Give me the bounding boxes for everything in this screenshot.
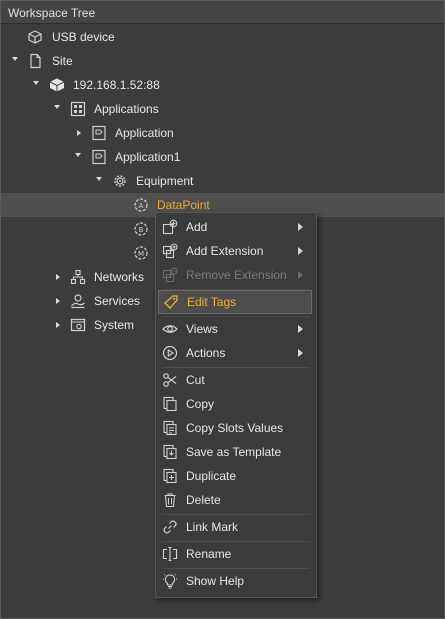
menu-item-copy[interactable]: Copy bbox=[156, 392, 316, 416]
lightbulb-icon bbox=[163, 574, 177, 589]
tree-label-services: Services bbox=[94, 294, 141, 308]
expand-arrow-icon[interactable] bbox=[33, 81, 39, 85]
menu-item-copy-slots-values[interactable]: Copy Slots Values bbox=[156, 416, 316, 440]
expand-arrow-icon[interactable] bbox=[12, 57, 18, 61]
menu-item-actions[interactable]: Actions bbox=[156, 341, 316, 365]
tree-label-datapoint: DataPoint bbox=[157, 198, 210, 212]
tree-node-applications[interactable]: Applications bbox=[1, 97, 444, 121]
tree-node-site[interactable]: Site bbox=[1, 49, 444, 73]
menu-label-copy: Copy bbox=[186, 397, 215, 411]
menu-item-cut[interactable]: Cut bbox=[156, 368, 316, 392]
svg-text:M: M bbox=[138, 250, 144, 258]
menu-item-edit-tags[interactable]: Edit Tags bbox=[158, 290, 312, 314]
menu-item-add[interactable]: Add bbox=[156, 215, 316, 239]
collapse-arrow-icon[interactable] bbox=[56, 274, 60, 280]
tree-label-site: Site bbox=[52, 54, 73, 68]
workspace-tree-panel: Workspace Tree USB device Site 192.168.1… bbox=[0, 0, 445, 619]
tree-node-device-ip[interactable]: 192.168.1.52:88 bbox=[1, 73, 444, 97]
usb-device-icon bbox=[28, 30, 42, 44]
menu-label-show-help: Show Help bbox=[186, 574, 245, 588]
menu-label-duplicate: Duplicate bbox=[186, 469, 237, 483]
applications-grid-icon bbox=[70, 101, 86, 117]
remove-extension-icon bbox=[162, 267, 178, 283]
tree-node-application[interactable]: Application bbox=[1, 121, 444, 145]
datapoint-a-icon: A bbox=[134, 198, 148, 212]
menu-label-delete: Delete bbox=[186, 493, 221, 507]
menu-item-duplicate[interactable]: Duplicate bbox=[156, 464, 316, 488]
copy-icon bbox=[163, 396, 177, 412]
submenu-arrow-icon bbox=[298, 223, 303, 231]
link-icon bbox=[163, 520, 177, 534]
menu-item-remove-extension: Remove Extension bbox=[156, 263, 316, 287]
menu-label-copy-slots-values: Copy Slots Values bbox=[186, 421, 284, 435]
svg-text:A: A bbox=[139, 202, 144, 210]
eye-icon bbox=[162, 325, 178, 333]
tree-label-device-ip: 192.168.1.52:88 bbox=[73, 78, 160, 92]
menu-label-edit-tags: Edit Tags bbox=[187, 295, 237, 309]
panel-header: Workspace Tree bbox=[1, 1, 444, 24]
svg-text:B: B bbox=[139, 226, 144, 234]
gear-icon bbox=[114, 175, 126, 187]
panel-title: Workspace Tree bbox=[8, 6, 96, 20]
device-cube-icon bbox=[49, 78, 65, 92]
tree-label-usb-device: USB device bbox=[52, 30, 115, 44]
system-settings-icon bbox=[70, 318, 86, 332]
collapse-arrow-icon[interactable] bbox=[77, 130, 81, 136]
menu-label-add-extension: Add Extension bbox=[186, 244, 264, 258]
datapoint-m-icon: M bbox=[134, 246, 148, 260]
tree-node-equipment[interactable]: Equipment bbox=[1, 169, 444, 193]
collapse-arrow-icon[interactable] bbox=[56, 298, 60, 304]
add-extension-icon bbox=[162, 243, 178, 259]
submenu-arrow-icon bbox=[298, 271, 303, 279]
datapoint-b-icon: B bbox=[134, 222, 148, 236]
menu-item-show-help[interactable]: Show Help bbox=[156, 569, 316, 593]
context-menu: Add Add Extension Remove Extension Edit … bbox=[155, 212, 317, 598]
add-icon bbox=[162, 219, 178, 235]
tree-node-application1[interactable]: Application1 bbox=[1, 145, 444, 169]
menu-label-add: Add bbox=[186, 220, 208, 234]
menu-item-add-extension[interactable]: Add Extension bbox=[156, 239, 316, 263]
menu-label-link-mark: Link Mark bbox=[186, 520, 239, 534]
menu-item-delete[interactable]: Delete bbox=[156, 488, 316, 512]
tree-label-networks: Networks bbox=[94, 270, 145, 284]
menu-item-save-as-template[interactable]: Save as Template bbox=[156, 440, 316, 464]
application-icon bbox=[92, 125, 106, 141]
menu-label-save-as-template: Save as Template bbox=[186, 445, 282, 459]
play-circle-icon bbox=[162, 345, 178, 361]
menu-label-remove-extension: Remove Extension bbox=[186, 268, 287, 282]
tree-label-application1: Application1 bbox=[115, 150, 181, 164]
network-icon bbox=[70, 269, 86, 285]
tree-label-applications: Applications bbox=[94, 102, 159, 116]
rename-icon bbox=[162, 546, 178, 562]
services-icon bbox=[71, 294, 85, 309]
tree-label-equipment: Equipment bbox=[136, 174, 194, 188]
menu-item-link-mark[interactable]: Link Mark bbox=[156, 515, 316, 539]
document-icon bbox=[30, 53, 41, 69]
trash-icon bbox=[164, 493, 176, 508]
duplicate-icon bbox=[163, 468, 177, 484]
scissors-icon bbox=[163, 373, 177, 387]
menu-label-rename: Rename bbox=[186, 547, 232, 561]
tree-label-application: Application bbox=[115, 126, 174, 140]
expand-arrow-icon[interactable] bbox=[75, 153, 81, 157]
menu-label-views: Views bbox=[186, 322, 218, 336]
submenu-arrow-icon bbox=[298, 325, 303, 333]
save-template-icon bbox=[163, 444, 177, 460]
menu-label-cut: Cut bbox=[186, 373, 205, 387]
expand-arrow-icon[interactable] bbox=[54, 105, 60, 109]
submenu-arrow-icon bbox=[298, 247, 303, 255]
menu-item-views[interactable]: Views bbox=[156, 317, 316, 341]
submenu-arrow-icon bbox=[298, 349, 303, 357]
copy-slots-icon bbox=[163, 420, 177, 436]
tree-node-usb-device[interactable]: USB device bbox=[1, 25, 444, 49]
collapse-arrow-icon[interactable] bbox=[56, 322, 60, 328]
expand-arrow-icon[interactable] bbox=[96, 177, 102, 181]
menu-label-actions: Actions bbox=[186, 346, 226, 360]
menu-item-rename[interactable]: Rename bbox=[156, 542, 316, 566]
application-icon bbox=[92, 149, 106, 165]
edit-tags-icon bbox=[164, 295, 178, 309]
tree-label-system: System bbox=[94, 318, 135, 332]
